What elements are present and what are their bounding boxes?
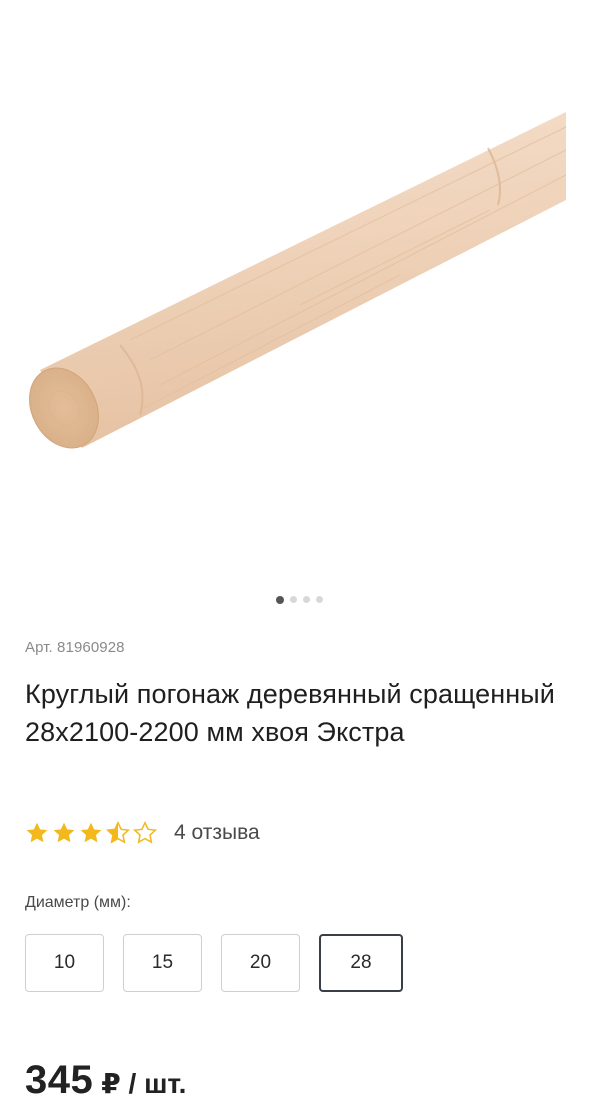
star-empty-icon (132, 820, 158, 844)
diameter-option-20[interactable]: 20 (221, 934, 300, 992)
diameter-option-28[interactable]: 28 (319, 934, 403, 992)
gallery-dot-2[interactable] (290, 596, 297, 603)
diameter-label: Диаметр (мм): (25, 894, 131, 911)
star-filled-icon (53, 822, 75, 843)
diameter-option-15[interactable]: 15 (123, 934, 202, 992)
diameter-option-10[interactable]: 10 (25, 934, 104, 992)
diameter-options: 10 15 20 28 (25, 934, 403, 992)
rating-stars (24, 820, 158, 846)
star-filled-icon (26, 822, 48, 843)
star-half-icon (105, 820, 131, 844)
product-title: Круглый погонаж деревянный сращенный 28х… (25, 679, 555, 747)
reviews-count[interactable]: 4 отзыва (174, 821, 260, 845)
price-unit: ₽ / шт. (101, 1068, 187, 1099)
gallery-dot-1[interactable] (276, 595, 284, 604)
star-filled-icon (80, 822, 102, 843)
product-sku: Арт. 81960928 (25, 639, 125, 656)
product-image (29, 112, 567, 449)
gallery-pagination[interactable] (0, 595, 591, 604)
product-rating[interactable]: 4 отзыва (24, 820, 260, 846)
gallery-dot-4[interactable] (316, 596, 323, 603)
gallery-dot-3[interactable] (303, 596, 310, 603)
price-value: 345 (25, 1058, 94, 1102)
product-image-gallery[interactable] (0, 0, 591, 585)
product-price: 345 ₽ / шт. (25, 1058, 186, 1103)
